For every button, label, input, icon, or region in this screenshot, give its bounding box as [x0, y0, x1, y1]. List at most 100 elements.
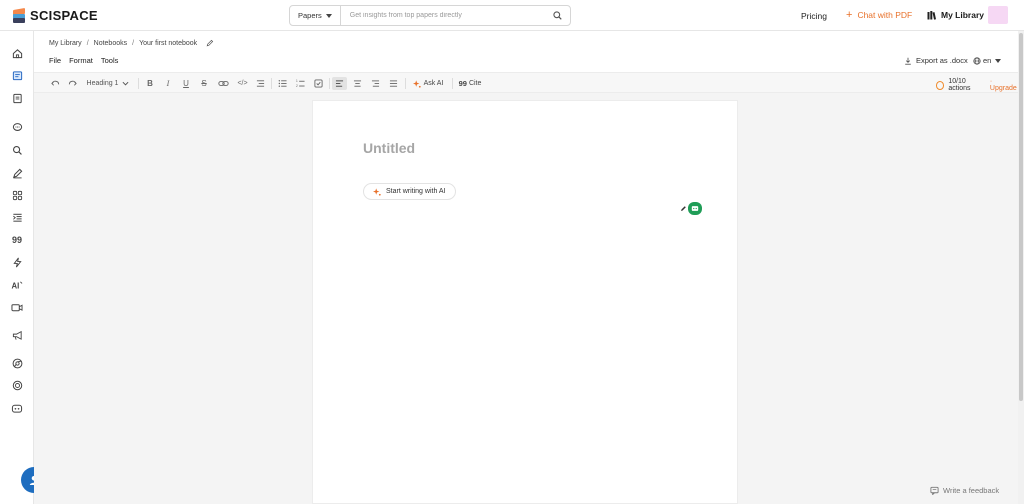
breadcrumb-separator: / [86, 39, 89, 47]
underline-icon[interactable]: U [180, 77, 192, 90]
start-writing-ai-label: Start writing with AI [386, 188, 446, 195]
svg-text:1: 1 [296, 79, 298, 83]
chat-with-pdf-button[interactable]: + Chat with PDF [846, 9, 913, 21]
search-type-label: Papers [298, 11, 322, 20]
menu-format[interactable]: Format [69, 56, 93, 65]
export-label: Export as .docx [916, 56, 968, 65]
align-right-icon[interactable] [369, 77, 381, 90]
actions-label: 10/10 actions [948, 78, 971, 92]
italic-icon[interactable]: I [162, 77, 174, 90]
menu-tools[interactable]: Tools [101, 56, 119, 65]
export-docx-button[interactable]: Export as .docx [904, 56, 968, 65]
grammar-widget[interactable] [678, 202, 703, 215]
megaphone-icon[interactable] [10, 328, 24, 342]
scrollbar-thumb[interactable] [1019, 33, 1023, 401]
cite-label: Cite [468, 80, 482, 87]
caret-down-icon [325, 13, 332, 18]
toolbar-divider [271, 78, 272, 89]
heading-label: Heading 1 [86, 80, 119, 87]
toolbar-divider [452, 78, 453, 89]
toolbar-divider [405, 78, 406, 89]
code-icon[interactable]: </> [236, 77, 249, 90]
document-page[interactable]: Untitled Start writing with AI [312, 100, 738, 504]
chevron-down-icon [122, 81, 129, 86]
progress-ring-icon [936, 80, 945, 90]
quote-icon: 99 [458, 79, 467, 88]
language-label: en [983, 56, 992, 65]
left-rail: 99 AI [0, 31, 34, 504]
download-icon [905, 57, 911, 65]
redo-icon[interactable] [66, 77, 78, 90]
chat-with-pdf-label: Chat with PDF [857, 10, 913, 20]
undo-icon[interactable] [49, 77, 61, 90]
language-selector[interactable]: en [973, 56, 1002, 65]
start-writing-ai-button[interactable]: Start writing with AI [363, 183, 456, 200]
document-title[interactable]: Untitled [363, 140, 415, 156]
cite-button[interactable]: 99 Cite [457, 77, 483, 90]
logo[interactable]: SCISPACE [12, 7, 98, 23]
code-block-icon[interactable] [254, 77, 266, 90]
ask-ai-label: Ask AI [423, 80, 444, 87]
upgrade-link[interactable]: · Upgrade [990, 78, 1018, 92]
search-bar: Papers [289, 5, 571, 26]
library-icon [927, 10, 937, 20]
sparkle-icon [373, 187, 381, 196]
my-library-button[interactable]: My Library [927, 10, 984, 20]
avatar[interactable] [988, 6, 1008, 24]
breadcrumb-notebooks[interactable]: Notebooks [94, 40, 127, 47]
toolbar-divider [329, 78, 330, 89]
checklist-icon[interactable] [312, 77, 324, 90]
ask-ai-button[interactable]: Ask AI [410, 77, 446, 90]
search-type-dropdown[interactable]: Papers [290, 6, 341, 25]
plus-icon: + [846, 9, 853, 21]
page-scrollbar[interactable] [1018, 31, 1024, 504]
feedback-label: Write a feedback [943, 486, 1000, 495]
chrome-icon[interactable] [10, 356, 24, 370]
ai-icon[interactable]: AI [10, 278, 24, 292]
notebook-icon[interactable] [10, 91, 24, 105]
align-justify-icon[interactable] [387, 77, 399, 90]
search-icon[interactable] [548, 11, 566, 20]
feedback-button[interactable]: Write a feedback [930, 486, 999, 495]
list-icon[interactable] [10, 210, 24, 224]
svg-text:2: 2 [296, 84, 298, 88]
editor-toolbar: Heading 1 B I U S </> 12 Ask AI 99 Cite [34, 72, 1018, 93]
assistant-icon[interactable] [688, 202, 702, 215]
breadcrumb: My Library / Notebooks / Your first note… [49, 39, 214, 47]
feedback-icon [930, 486, 939, 495]
search-input[interactable] [340, 6, 548, 25]
align-left-icon[interactable] [332, 77, 347, 90]
my-library-label: My Library [941, 10, 984, 20]
toolbar-divider [138, 78, 139, 89]
bullet-list-icon[interactable] [276, 77, 288, 90]
library-icon[interactable] [10, 68, 24, 82]
link-icon[interactable] [216, 77, 230, 90]
discord-icon[interactable] [10, 401, 24, 415]
pencil-icon[interactable] [678, 203, 688, 214]
search-icon[interactable] [10, 143, 24, 157]
openai-icon[interactable] [10, 378, 24, 392]
numbered-list-icon[interactable]: 12 [294, 77, 306, 90]
breadcrumb-my-library[interactable]: My Library [49, 40, 82, 47]
align-center-icon[interactable] [351, 77, 363, 90]
scispace-logo-icon [12, 7, 26, 23]
pen-icon[interactable] [10, 166, 24, 180]
quote-icon[interactable]: 99 [10, 233, 24, 247]
bold-icon[interactable]: B [144, 77, 156, 90]
breadcrumb-current: Your first notebook [139, 39, 198, 47]
rename-pencil-icon[interactable] [206, 39, 214, 47]
video-icon[interactable] [10, 300, 24, 314]
actions-counter: 10/10 actions · Upgrade [936, 78, 1018, 92]
heading-dropdown[interactable]: Heading 1 [84, 77, 132, 90]
globe-icon [973, 56, 981, 65]
chat-icon[interactable] [10, 120, 24, 134]
brand-name: SCISPACE [30, 8, 98, 23]
pricing-link[interactable]: Pricing [801, 11, 827, 21]
strikethrough-icon[interactable]: S [198, 77, 210, 90]
menu-file[interactable]: File [49, 56, 61, 65]
bolt-icon[interactable] [10, 255, 24, 269]
home-icon[interactable] [10, 46, 24, 60]
svg-text:AI: AI [12, 281, 20, 290]
tools-icon[interactable] [10, 188, 24, 202]
menu-bar: File Format Tools [49, 56, 118, 65]
